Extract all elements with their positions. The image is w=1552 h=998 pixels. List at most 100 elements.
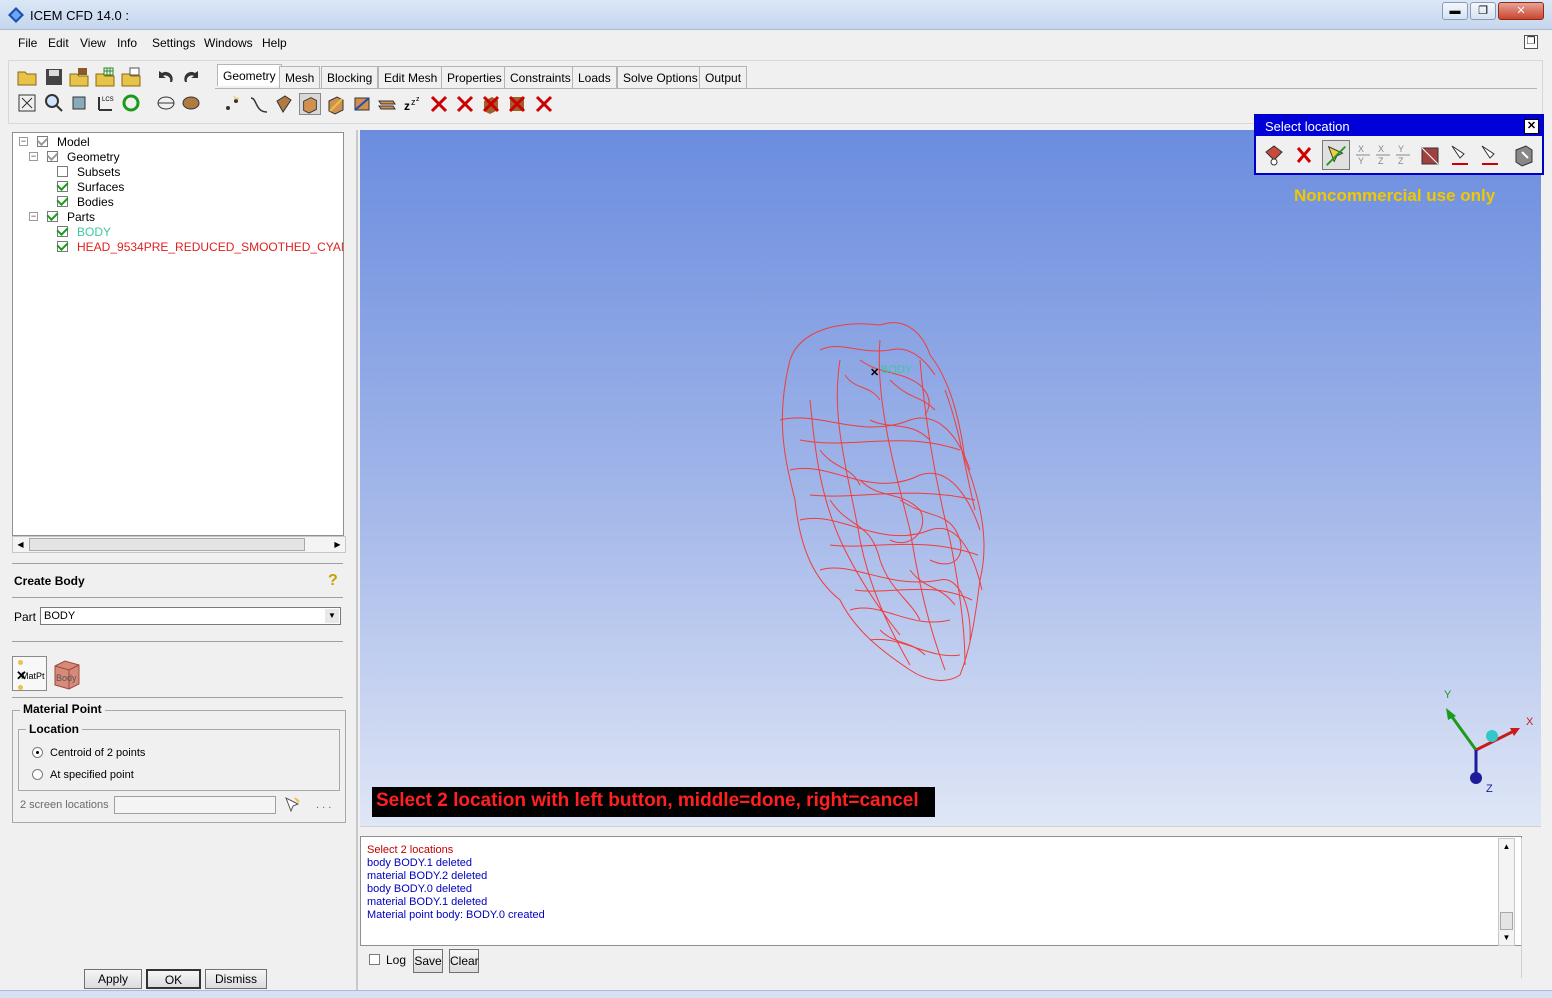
tab-constraints[interactable]: Constraints <box>504 66 577 88</box>
menu-edit[interactable]: Edit <box>48 36 69 50</box>
tree-expander-parts[interactable]: − <box>29 212 38 221</box>
tree-expander-geometry[interactable]: − <box>29 152 38 161</box>
select-body-icon[interactable] <box>1418 142 1442 168</box>
select-location-close-button[interactable]: ✕ <box>1524 119 1539 134</box>
panel-splitter[interactable] <box>356 130 358 990</box>
minimize-button[interactable]: ▬ <box>1442 2 1468 20</box>
open-mesh-icon[interactable] <box>94 66 116 88</box>
tab-geometry[interactable]: Geometry <box>217 64 282 86</box>
redo-icon[interactable] <box>180 66 202 88</box>
tree-item-subsets[interactable]: Subsets <box>77 165 120 180</box>
tree-item-bodies[interactable]: Bodies <box>77 195 114 210</box>
body-part-checkbox[interactable] <box>57 226 68 237</box>
parts-checkbox[interactable] <box>47 211 58 222</box>
subsets-checkbox[interactable] <box>57 166 68 177</box>
scroll-thumb[interactable] <box>29 538 305 551</box>
tab-edit-mesh[interactable]: Edit Mesh <box>378 66 444 88</box>
close-button[interactable]: ✕ <box>1498 2 1544 20</box>
save-log-button[interactable]: Save <box>413 949 443 973</box>
delete-body-icon[interactable] <box>506 93 528 115</box>
apply-button[interactable]: Apply <box>84 969 142 989</box>
open-geometry-icon[interactable] <box>68 66 90 88</box>
create-body-icon[interactable] <box>299 93 321 115</box>
tree-horizontal-scrollbar[interactable]: ◀ ▶ <box>12 536 346 553</box>
tab-solve-options[interactable]: Solve Options <box>617 66 704 88</box>
geometry-transform-icon[interactable] <box>351 93 373 115</box>
delete-curve-icon[interactable] <box>454 93 476 115</box>
message-scroll-thumb[interactable] <box>1500 912 1513 930</box>
select-point-icon[interactable] <box>1322 140 1350 170</box>
scroll-right-arrow-icon[interactable]: ▶ <box>331 538 344 551</box>
specified-point-radio[interactable] <box>32 769 43 780</box>
fit-window-icon[interactable] <box>16 92 38 114</box>
create-surface-icon[interactable] <box>273 93 295 115</box>
chevron-down-icon[interactable]: ▼ <box>325 609 339 623</box>
cancel-selection-icon[interactable] <box>1292 142 1316 168</box>
menu-settings[interactable]: Settings <box>152 36 195 50</box>
bodies-checkbox[interactable] <box>57 196 68 207</box>
select-screen-location-icon[interactable] <box>1262 142 1286 168</box>
toggle-display-icon[interactable] <box>1512 142 1536 168</box>
maximize-button[interactable]: ❐ <box>1470 2 1496 20</box>
solid-toggle-icon[interactable] <box>180 92 202 114</box>
create-point-icon[interactable] <box>222 93 244 115</box>
menu-file[interactable]: File <box>18 36 37 50</box>
tree-item-parts[interactable]: Parts <box>67 210 95 225</box>
repair-geometry-icon[interactable] <box>325 93 347 115</box>
wireframe-toggle-icon[interactable] <box>155 92 177 114</box>
part-select[interactable]: BODY ▼ <box>40 607 341 625</box>
delete-any-entity-icon[interactable] <box>533 93 555 115</box>
scroll-left-arrow-icon[interactable]: ◀ <box>14 538 27 551</box>
specified-point-label[interactable]: At specified point <box>50 769 134 781</box>
message-vertical-scrollbar[interactable]: ▲ ▼ <box>1498 838 1515 946</box>
ok-button[interactable]: OK <box>146 969 201 989</box>
menu-info[interactable]: Info <box>117 36 137 50</box>
tab-loads[interactable]: Loads <box>572 66 617 88</box>
menu-view[interactable]: View <box>80 36 106 50</box>
model-checkbox[interactable] <box>37 136 48 147</box>
local-coords-icon[interactable]: LCS <box>94 92 116 114</box>
scroll-down-arrow-icon[interactable]: ▼ <box>1499 931 1514 945</box>
tab-output[interactable]: Output <box>699 66 748 88</box>
refresh-icon[interactable] <box>120 92 142 114</box>
open-blocking-icon[interactable] <box>120 66 142 88</box>
surfaces-checkbox[interactable] <box>57 181 68 192</box>
xz-plane-icon[interactable]: XZ <box>1374 142 1392 168</box>
undo-icon[interactable] <box>155 66 177 88</box>
measure-icon[interactable] <box>68 92 90 114</box>
more-options-dots[interactable]: . . . <box>316 799 331 811</box>
tree-expander-model[interactable]: − <box>19 137 28 146</box>
tree-item-body-part[interactable]: BODY <box>77 225 111 240</box>
yz-plane-icon[interactable]: YZ <box>1394 142 1412 168</box>
restore-doc-button[interactable]: ❐ <box>1524 35 1538 49</box>
tab-mesh[interactable]: Mesh <box>279 66 321 88</box>
xy-plane-icon[interactable]: XY <box>1354 142 1372 168</box>
centroid-label[interactable]: Centroid of 2 points <box>50 747 145 759</box>
geometry-checkbox[interactable] <box>47 151 58 162</box>
menu-windows[interactable]: Windows <box>204 36 253 50</box>
screen-locations-input[interactable] <box>114 796 276 814</box>
select-by-xyz-icon[interactable] <box>1448 142 1472 168</box>
tree-item-head-part[interactable]: HEAD_9534PRE_REDUCED_SMOOTHED_CYAN_1_0 <box>77 240 343 255</box>
viewport-splitter[interactable] <box>360 826 1541 836</box>
create-curve-icon[interactable] <box>248 93 270 115</box>
tab-blocking[interactable]: Blocking <box>321 66 379 88</box>
log-checkbox[interactable] <box>369 954 380 965</box>
midsurface-icon[interactable] <box>376 93 398 115</box>
sleep-icon[interactable]: zzz <box>402 93 424 115</box>
select-cursor-icon[interactable] <box>283 795 303 815</box>
clear-log-button[interactable]: Clear <box>449 949 479 973</box>
menu-help[interactable]: Help <box>262 36 287 50</box>
delete-surface-icon[interactable] <box>480 93 502 115</box>
centroid-radio[interactable] <box>32 747 43 758</box>
material-point-method-button[interactable]: ✕ MatPt <box>12 656 47 691</box>
select-by-name-icon[interactable] <box>1478 142 1502 168</box>
zoom-box-icon[interactable] <box>43 92 65 114</box>
save-icon[interactable] <box>43 66 65 88</box>
delete-point-icon[interactable] <box>428 93 450 115</box>
open-folder-icon[interactable] <box>16 66 38 88</box>
tab-properties[interactable]: Properties <box>441 66 508 88</box>
scroll-up-arrow-icon[interactable]: ▲ <box>1499 839 1514 854</box>
head-part-checkbox[interactable] <box>57 241 68 252</box>
body-method-button[interactable]: Body <box>50 656 85 691</box>
